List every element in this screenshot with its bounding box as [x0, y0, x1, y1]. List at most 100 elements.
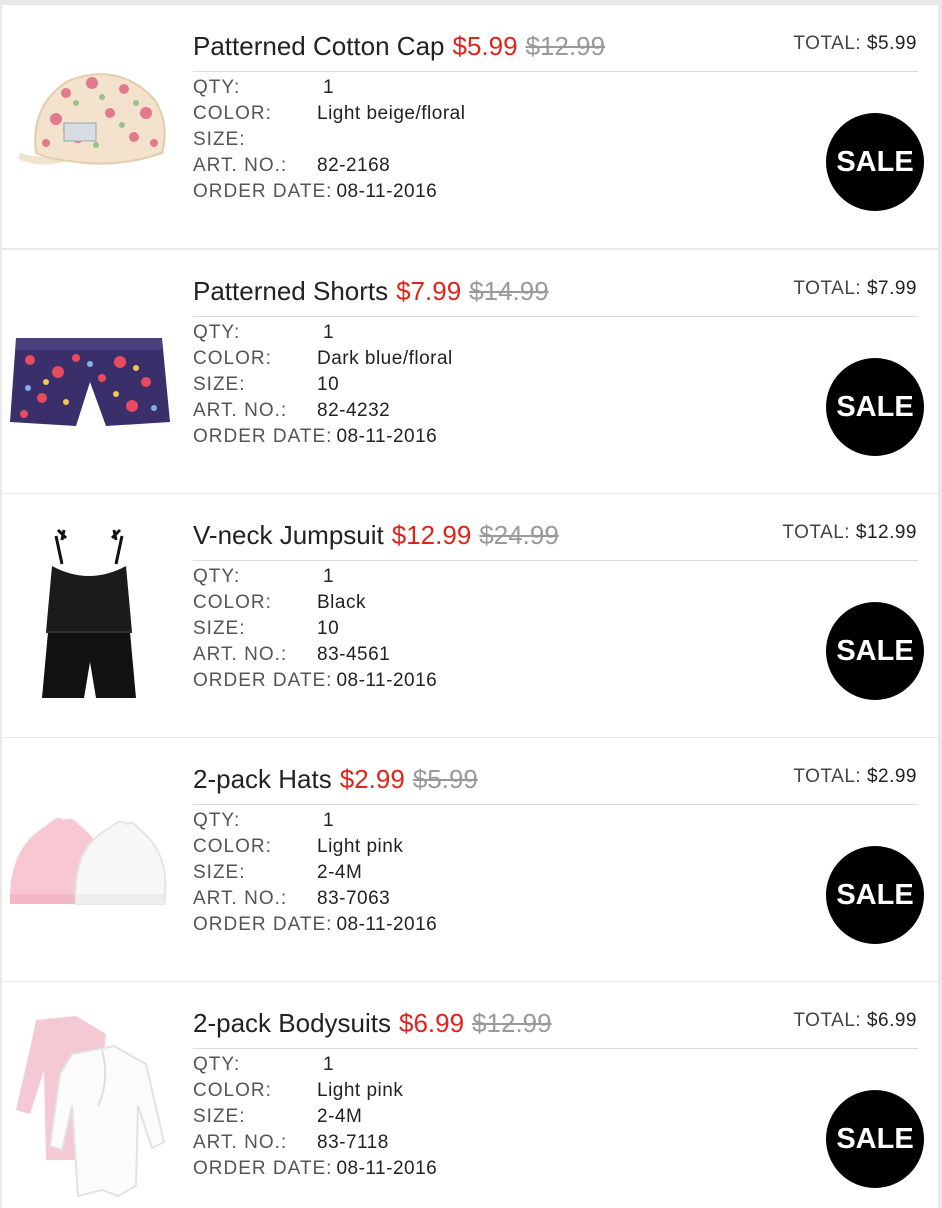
- order-item: Patterned Cotton Cap $5.99 $12.99 TOTAL: $…: [2, 5, 938, 248]
- product-name[interactable]: 2-pack Bodysuits: [193, 1008, 391, 1038]
- product-name[interactable]: V-neck Jumpsuit: [193, 520, 384, 550]
- item-total: TOTAL: $2.99: [793, 766, 917, 788]
- item-details: QTY: 1 COLOR: Light pink SIZE: 2-4M ART. NO…: [193, 1052, 437, 1182]
- order-item: 2-pack Bodysuits $6.99 $12.99 TOTAL: $6.99…: [2, 982, 938, 1208]
- art-no-label: ART. NO.:: [193, 1132, 288, 1153]
- size-label: SIZE:: [193, 618, 246, 639]
- original-price: $5.99: [412, 764, 478, 794]
- art-no-value: 82-2168: [317, 155, 391, 176]
- qty-label: QTY:: [193, 566, 241, 587]
- color-label: COLOR:: [193, 1080, 272, 1101]
- floral-cap-icon[interactable]: [6, 53, 172, 203]
- product-title: Patterned Shorts $7.99 $14.99: [193, 274, 549, 308]
- total-value: $6.99: [866, 1010, 917, 1031]
- order-date-value: 08-11-2016: [336, 670, 438, 691]
- color-label: COLOR:: [193, 348, 272, 369]
- jumpsuit-icon[interactable]: [6, 522, 172, 702]
- total-value: $5.99: [866, 33, 917, 54]
- qty-label: QTY:: [193, 77, 241, 98]
- art-no-value: 83-4561: [317, 644, 391, 665]
- order-item: V-neck Jumpsuit $12.99 $24.99 TOTAL: $12.9…: [2, 494, 938, 737]
- qty-label: QTY:: [193, 1054, 241, 1075]
- art-no-label: ART. NO.:: [193, 155, 288, 176]
- qty-value: 1: [323, 1054, 335, 1075]
- item-details: QTY: 1 COLOR: Black SIZE: 10 ART. NO.: 83-45…: [193, 564, 437, 694]
- item-total: TOTAL: $6.99: [793, 1010, 917, 1032]
- order-item: 2-pack Hats $2.99 $5.99 TOTAL: $2.99 QTY: 1…: [2, 738, 938, 981]
- color-value: Light beige/floral: [317, 103, 466, 124]
- total-label: TOTAL:: [793, 278, 862, 299]
- order-date-value: 08-11-2016: [336, 426, 438, 447]
- order-date-value: 08-11-2016: [336, 1158, 438, 1179]
- divider: [193, 71, 918, 72]
- order-date-value: 08-11-2016: [336, 914, 438, 935]
- item-details: QTY: 1 COLOR: Dark blue/floral SIZE: 10 ART…: [193, 320, 453, 450]
- item-total: TOTAL: $7.99: [793, 278, 917, 300]
- product-name[interactable]: Patterned Cotton Cap: [193, 31, 445, 61]
- original-price: $14.99: [469, 276, 549, 306]
- item-details: QTY: 1 COLOR: Light pink SIZE: 2-4M ART. NO…: [193, 808, 437, 938]
- product-name[interactable]: Patterned Shorts: [193, 276, 388, 306]
- order-date-label: ORDER DATE:: [193, 914, 333, 935]
- divider: [193, 316, 918, 317]
- total-label: TOTAL:: [793, 766, 862, 787]
- original-price: $12.99: [525, 31, 606, 61]
- baby-hats-icon[interactable]: [6, 798, 172, 918]
- qty-label: QTY:: [193, 810, 241, 831]
- order-date-label: ORDER DATE:: [193, 181, 333, 202]
- art-no-value: 82-4232: [317, 400, 391, 421]
- color-value: Light pink: [317, 836, 404, 857]
- product-name[interactable]: 2-pack Hats: [193, 764, 332, 794]
- art-no-label: ART. NO.:: [193, 644, 288, 665]
- item-total: TOTAL: $5.99: [793, 33, 917, 55]
- size-label: SIZE:: [193, 374, 246, 395]
- color-label: COLOR:: [193, 592, 272, 613]
- product-title: 2-pack Hats $2.99 $5.99: [193, 762, 478, 796]
- total-label: TOTAL:: [793, 33, 862, 54]
- sale-price: $6.99: [398, 1008, 465, 1038]
- total-label: TOTAL:: [782, 522, 851, 543]
- size-value: 10: [317, 374, 340, 395]
- sale-badge: SALE: [826, 602, 924, 700]
- sale-badge: SALE: [826, 358, 924, 456]
- size-value: 10: [317, 618, 340, 639]
- sale-price: $2.99: [339, 764, 405, 794]
- product-title: Patterned Cotton Cap $5.99 $12.99: [193, 29, 605, 63]
- item-total: TOTAL: $12.99: [782, 522, 917, 544]
- divider: [193, 804, 918, 805]
- qty-label: QTY:: [193, 322, 241, 343]
- color-label: COLOR:: [193, 836, 272, 857]
- color-value: Dark blue/floral: [317, 348, 453, 369]
- order-date-label: ORDER DATE:: [193, 426, 333, 447]
- qty-value: 1: [323, 566, 335, 587]
- color-value: Light pink: [317, 1080, 404, 1101]
- total-value: $7.99: [866, 278, 917, 299]
- total-value: $12.99: [855, 522, 917, 543]
- product-title: V-neck Jumpsuit $12.99 $24.99: [193, 518, 559, 552]
- qty-value: 1: [323, 322, 335, 343]
- sale-price: $7.99: [396, 276, 462, 306]
- size-value: 2-4M: [317, 1106, 363, 1127]
- color-value: Black: [317, 592, 366, 613]
- item-details: QTY: 1 COLOR: Light beige/floral SIZE: ART…: [193, 75, 465, 205]
- bodysuits-icon[interactable]: [6, 1010, 172, 1200]
- art-no-value: 83-7063: [317, 888, 391, 909]
- order-items-list: Patterned Cotton Cap $5.99 $12.99 TOTAL: $…: [0, 0, 942, 1208]
- total-label: TOTAL:: [793, 1010, 862, 1031]
- art-no-value: 83-7118: [317, 1132, 389, 1153]
- floral-shorts-icon[interactable]: [6, 298, 172, 448]
- size-label: SIZE:: [193, 1106, 246, 1127]
- qty-value: 1: [323, 810, 335, 831]
- size-label: SIZE:: [193, 129, 246, 150]
- divider: [193, 560, 918, 561]
- divider: [193, 1048, 918, 1049]
- order-date-value: 08-11-2016: [336, 181, 438, 202]
- total-value: $2.99: [866, 766, 917, 787]
- sale-badge: SALE: [826, 113, 924, 211]
- original-price: $24.99: [479, 520, 559, 550]
- order-date-label: ORDER DATE:: [193, 670, 333, 691]
- original-price: $12.99: [472, 1008, 552, 1038]
- order-date-label: ORDER DATE:: [193, 1158, 333, 1179]
- sale-price: $5.99: [452, 31, 518, 61]
- color-label: COLOR:: [193, 103, 272, 124]
